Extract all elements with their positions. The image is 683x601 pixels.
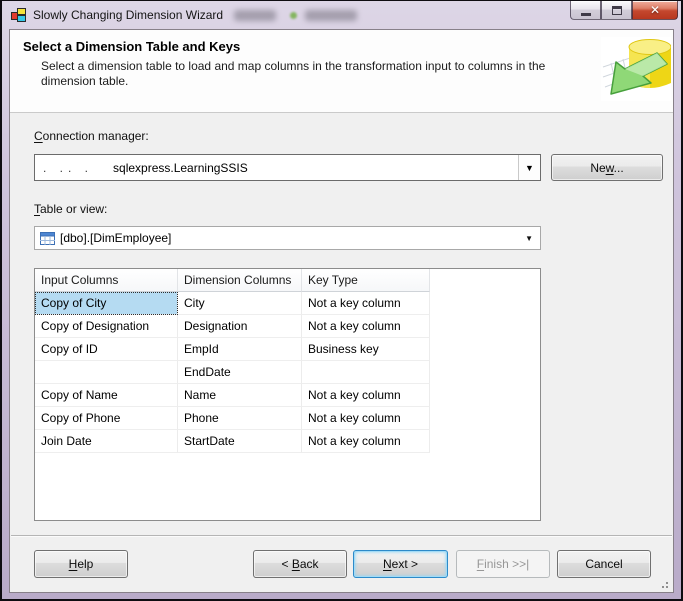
back-button[interactable]: < Back bbox=[253, 550, 347, 578]
new-connection-button[interactable]: New... bbox=[551, 154, 663, 181]
finish-button-label: Finish >>| bbox=[476, 557, 530, 571]
cell-key-type[interactable]: Not a key column bbox=[302, 315, 430, 338]
cell-input-column[interactable]: Join Date bbox=[35, 430, 178, 453]
cell-key-type[interactable]: Business key bbox=[302, 338, 430, 361]
close-icon: ✕ bbox=[649, 3, 661, 17]
help-button-label: Help bbox=[68, 557, 94, 571]
close-button[interactable]: ✕ bbox=[632, 1, 678, 20]
cell-input-column[interactable]: Copy of Designation bbox=[35, 315, 178, 338]
resize-grip[interactable] bbox=[657, 577, 669, 589]
column-header-key-type[interactable]: Key Type bbox=[302, 269, 430, 292]
list-header-row: Input Columns Dimension Columns Key Type bbox=[35, 269, 540, 292]
cell-dimension-column[interactable]: EmpId bbox=[178, 338, 302, 361]
window-frame: Slowly Changing Dimension Wizard ✕ Selec… bbox=[2, 1, 681, 599]
window-controls: ✕ bbox=[570, 1, 678, 20]
dimension-table-icon bbox=[601, 37, 671, 101]
new-button-label: New... bbox=[590, 160, 624, 175]
cell-key-type[interactable]: Not a key column bbox=[302, 384, 430, 407]
cell-input-column[interactable] bbox=[35, 361, 178, 384]
cancel-button[interactable]: Cancel bbox=[557, 550, 651, 578]
cell-input-column[interactable]: Copy of Phone bbox=[35, 407, 178, 430]
column-header-dimension-columns[interactable]: Dimension Columns bbox=[178, 269, 302, 292]
maximize-button[interactable] bbox=[601, 1, 632, 20]
table-row[interactable]: Copy of Name Name Not a key column bbox=[35, 384, 540, 407]
table-row[interactable]: Copy of Designation Designation Not a ke… bbox=[35, 315, 540, 338]
minimize-icon bbox=[580, 12, 591, 16]
next-button[interactable]: Next > bbox=[353, 550, 448, 578]
cell-input-column[interactable]: Copy of ID bbox=[35, 338, 178, 361]
page-description: Select a dimension table to load and map… bbox=[41, 59, 546, 88]
cell-dimension-column[interactable]: City bbox=[178, 292, 302, 315]
column-header-input-columns[interactable]: Input Columns bbox=[35, 269, 178, 292]
table-row[interactable]: Join Date StartDate Not a key column bbox=[35, 430, 540, 453]
chevron-down-icon[interactable]: ▼ bbox=[525, 234, 533, 243]
next-button-label: Next > bbox=[382, 557, 419, 571]
cancel-button-label: Cancel bbox=[585, 557, 623, 571]
cell-input-column[interactable]: Copy of City bbox=[35, 292, 178, 315]
cell-key-type[interactable]: Not a key column bbox=[302, 407, 430, 430]
window-title: Slowly Changing Dimension Wizard bbox=[33, 8, 224, 22]
app-icon bbox=[11, 7, 27, 23]
column-mapping-list: Input Columns Dimension Columns Key Type… bbox=[34, 268, 541, 521]
redacted-text-blur bbox=[305, 10, 357, 21]
cell-key-type[interactable]: Not a key column bbox=[302, 430, 430, 453]
wizard-dialog: Select a Dimension Table and Keys Select… bbox=[9, 29, 674, 593]
wizard-header: Select a Dimension Table and Keys Select… bbox=[10, 30, 673, 113]
table-row[interactable]: Copy of City City Not a key column bbox=[35, 292, 540, 315]
table-row[interactable]: EndDate bbox=[35, 361, 540, 384]
cell-key-type[interactable] bbox=[302, 361, 430, 384]
connection-manager-label: Connection manager: bbox=[34, 129, 149, 143]
table-row[interactable]: Copy of ID EmpId Business key bbox=[35, 338, 540, 361]
cell-dimension-column[interactable]: Designation bbox=[178, 315, 302, 338]
table-icon bbox=[40, 231, 55, 245]
cell-key-type[interactable]: Not a key column bbox=[302, 292, 430, 315]
table-or-view-combobox[interactable]: [dbo].[DimEmployee] ▼ bbox=[34, 226, 541, 250]
cell-dimension-column[interactable]: StartDate bbox=[178, 430, 302, 453]
cell-dimension-column[interactable]: Phone bbox=[178, 407, 302, 430]
maximize-icon bbox=[611, 5, 622, 15]
cell-dimension-column[interactable]: EndDate bbox=[178, 361, 302, 384]
connection-manager-combobox[interactable]: . .. . sqlexpress.LearningSSIS ▼ bbox=[34, 154, 541, 181]
table-or-view-label: Table or view: bbox=[34, 202, 108, 216]
back-button-label: < Back bbox=[281, 557, 319, 571]
finish-button: Finish >>| bbox=[456, 550, 550, 578]
footer-divider bbox=[11, 535, 672, 537]
redacted-server-name: . .. . bbox=[43, 160, 94, 175]
redacted-text-blur bbox=[234, 10, 276, 21]
dropdown-arrow-button[interactable]: ▼ bbox=[518, 155, 540, 180]
chevron-down-icon: ▼ bbox=[525, 162, 534, 173]
connection-manager-value: sqlexpress.LearningSSIS bbox=[113, 160, 248, 175]
minimize-button[interactable] bbox=[570, 1, 601, 20]
redacted-green-dot bbox=[290, 12, 297, 19]
page-title: Select a Dimension Table and Keys bbox=[23, 39, 241, 54]
cell-input-column[interactable]: Copy of Name bbox=[35, 384, 178, 407]
help-button[interactable]: Help bbox=[34, 550, 128, 578]
slowly-changing-dimension-wizard-window: { "window": { "title": "Slowly Changing … bbox=[0, 0, 683, 601]
cell-dimension-column[interactable]: Name bbox=[178, 384, 302, 407]
table-row[interactable]: Copy of Phone Phone Not a key column bbox=[35, 407, 540, 430]
table-or-view-value: [dbo].[DimEmployee] bbox=[60, 231, 172, 245]
